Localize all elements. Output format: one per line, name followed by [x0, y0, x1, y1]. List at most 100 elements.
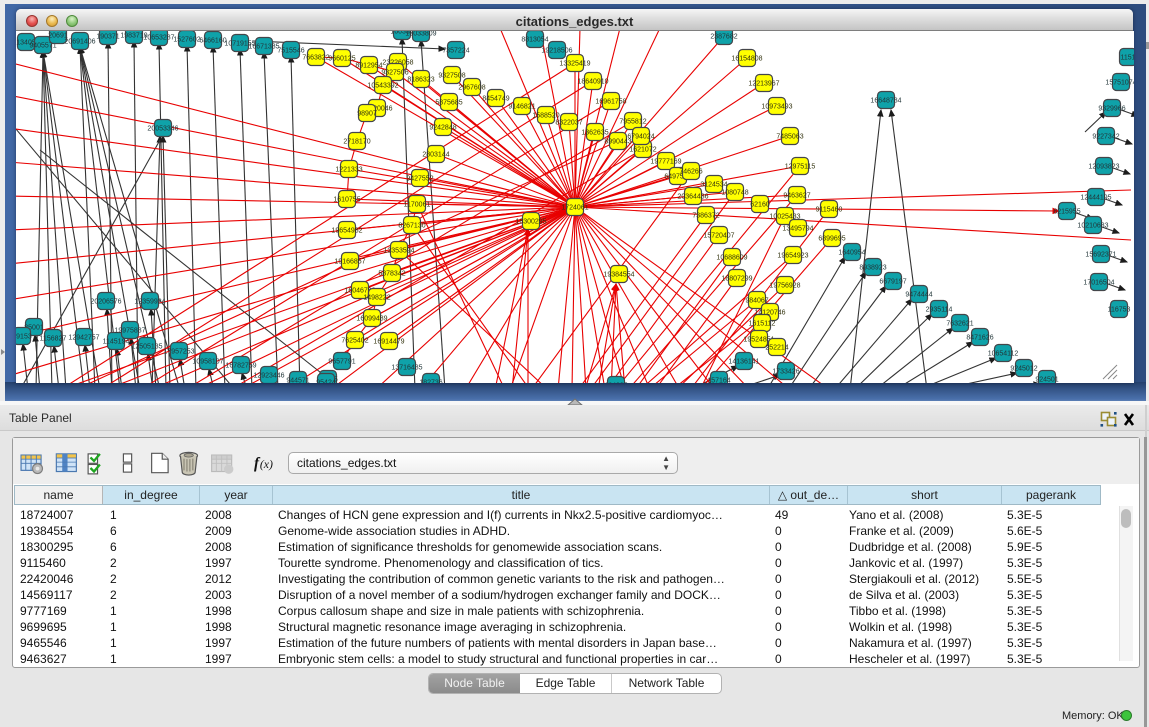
svg-text:116753: 116753 — [1108, 307, 1131, 314]
svg-text:12093823: 12093823 — [1088, 164, 1119, 171]
svg-text:7625402: 7625402 — [341, 338, 368, 345]
svg-text:62160: 62160 — [750, 202, 770, 209]
svg-text:7515546: 7515546 — [277, 48, 304, 55]
svg-text:9327508: 9327508 — [438, 73, 465, 80]
svg-text:2967608: 2967608 — [458, 85, 485, 92]
svg-text:6794024: 6794024 — [627, 134, 654, 141]
svg-text:9327506: 9327506 — [381, 70, 408, 77]
svg-text:157164: 157164 — [707, 378, 730, 384]
svg-text:1610755: 1610755 — [333, 197, 360, 204]
svg-text:10973493: 10973493 — [761, 104, 792, 111]
svg-text:8454749: 8454749 — [482, 96, 509, 103]
svg-text:1733426: 1733426 — [772, 369, 799, 376]
svg-text:6679197: 6679197 — [879, 279, 906, 286]
svg-text:8186323: 8186323 — [407, 77, 434, 84]
svg-text:9146821: 9146821 — [508, 104, 535, 111]
svg-text:17957253: 17957253 — [163, 349, 194, 356]
svg-text:9329966: 9329966 — [1098, 106, 1125, 113]
svg-text:8267130: 8267130 — [398, 223, 425, 230]
svg-text:7485063: 7485063 — [776, 134, 803, 141]
svg-text:8471626: 8471626 — [966, 335, 993, 342]
svg-text:98907: 98907 — [357, 111, 377, 118]
svg-text:9242848: 9242848 — [429, 125, 456, 132]
svg-text:19975887: 19975887 — [114, 328, 145, 335]
svg-text:12923446: 12923446 — [253, 373, 284, 380]
svg-text:2803144: 2803144 — [422, 152, 449, 159]
svg-text:1498222: 1498222 — [363, 295, 390, 302]
svg-text:19777169: 19777169 — [650, 159, 681, 166]
svg-text:20691406: 20691406 — [64, 39, 95, 46]
svg-text:3124534: 3124534 — [700, 182, 727, 189]
svg-text:95424: 95424 — [316, 380, 336, 384]
svg-text:1588520: 1588520 — [532, 113, 559, 120]
svg-text:19166857: 19166857 — [334, 259, 365, 266]
svg-text:16033809: 16033809 — [405, 31, 436, 38]
svg-text:1170061: 1170061 — [404, 202, 431, 209]
svg-text:19218506: 19218506 — [541, 48, 572, 55]
svg-text:13716485: 13716485 — [391, 365, 422, 372]
svg-text:2935114: 2935114 — [926, 307, 953, 314]
svg-text:10210683: 10210683 — [1077, 223, 1108, 230]
svg-text:1145194: 1145194 — [103, 339, 130, 346]
svg-text:1724061: 1724061 — [561, 205, 588, 212]
svg-text:5878342: 5878342 — [378, 271, 405, 278]
svg-text:8322037: 8322037 — [555, 120, 582, 127]
svg-text:15692371: 15692371 — [1085, 252, 1116, 259]
svg-text:1621072: 1621072 — [629, 147, 656, 154]
svg-text:10688609: 10688609 — [716, 255, 747, 262]
svg-text:6899695: 6899695 — [818, 236, 845, 243]
svg-text:7955812: 7955812 — [619, 119, 646, 126]
svg-text:19756928: 19756928 — [769, 283, 800, 290]
svg-text:12942757: 12942757 — [68, 335, 99, 342]
svg-text:7663822: 7663822 — [302, 55, 329, 62]
svg-text:1615112: 1615112 — [749, 321, 776, 328]
svg-text:19654923: 19654923 — [777, 253, 808, 260]
svg-text:2718170: 2718170 — [343, 139, 370, 146]
svg-text:7357224: 7357224 — [442, 48, 469, 55]
svg-text:13495794: 13495794 — [782, 226, 813, 233]
svg-text:8813054: 8813054 — [521, 37, 548, 44]
svg-text:1640954: 1640954 — [838, 250, 865, 257]
svg-text:15751074: 15751074 — [1105, 80, 1134, 87]
svg-text:8215955: 8215955 — [1053, 209, 1080, 216]
svg-text:19654982: 19654982 — [331, 228, 362, 235]
svg-text:924501: 924501 — [1035, 377, 1058, 384]
svg-text:252214: 252214 — [765, 345, 788, 352]
svg-text:1362635: 1362635 — [581, 130, 608, 137]
svg-text:5875685: 5875685 — [435, 100, 462, 107]
svg-text:9474444: 9474444 — [905, 292, 932, 299]
svg-text:16648784: 16648784 — [870, 98, 901, 105]
svg-text:10958107: 10958107 — [192, 359, 223, 366]
svg-text:12353594: 12353594 — [383, 248, 414, 255]
svg-text:9660125: 9660125 — [328, 56, 355, 63]
svg-text:1080748: 1080748 — [721, 190, 748, 197]
svg-text:16914479: 16914479 — [373, 339, 404, 346]
svg-text:16154808: 16154808 — [731, 56, 762, 63]
svg-text:(x): (x) — [260, 458, 273, 471]
svg-text:16782759: 16782759 — [225, 363, 256, 370]
svg-text:10653287: 10653287 — [143, 35, 174, 42]
svg-text:16099489: 16099489 — [356, 316, 387, 323]
svg-text:9427552: 9427552 — [406, 176, 433, 183]
svg-text:18807299: 18807299 — [721, 276, 752, 283]
svg-text:10543392: 10543392 — [367, 83, 398, 90]
svg-text:190371: 190371 — [96, 34, 119, 41]
svg-text:16671385: 16671385 — [248, 44, 279, 51]
svg-text:2387682: 2387682 — [710, 34, 737, 41]
svg-text:8938923: 8938923 — [859, 265, 886, 272]
svg-text:7386372: 7386372 — [692, 213, 719, 220]
svg-text:16961758: 16961758 — [595, 99, 626, 106]
svg-text:1527602: 1527602 — [173, 37, 200, 44]
svg-text:182736: 182736 — [419, 380, 442, 384]
svg-text:12359924: 12359924 — [134, 299, 165, 306]
svg-text:9227342: 9227342 — [1092, 134, 1119, 141]
svg-text:12444195: 12444195 — [1080, 195, 1111, 202]
svg-text:18640910: 18640910 — [577, 79, 608, 86]
svg-text:9245012: 9245012 — [1010, 366, 1037, 373]
svg-text:9115460: 9115460 — [816, 207, 843, 214]
svg-text:20053346: 20053346 — [147, 126, 178, 133]
svg-text:14136141: 14136141 — [728, 359, 759, 366]
svg-text:1156827: 1156827 — [40, 336, 67, 343]
svg-text:15720407: 15720407 — [703, 233, 734, 240]
svg-text:12975115: 12975115 — [785, 164, 816, 171]
